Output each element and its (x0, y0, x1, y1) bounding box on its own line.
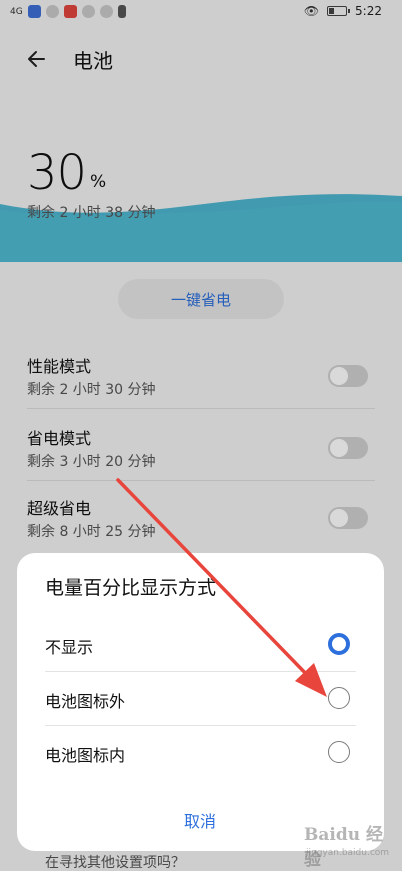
option-label: 电池图标内 (45, 746, 126, 765)
baidu-jingyan-watermark: Baidu 经验 jingyan.baidu.com (304, 820, 394, 870)
watermark-url: jingyan.baidu.com (306, 848, 390, 858)
option-inside-icon[interactable]: 电池图标内 (17, 726, 384, 780)
cancel-button[interactable]: 取消 (150, 803, 250, 837)
radio-button[interactable] (328, 741, 350, 763)
radio-button[interactable] (328, 687, 350, 709)
option-label: 电池图标外 (45, 692, 126, 711)
percentage-display-dialog: 电量百分比显示方式 不显示 电池图标外 电池图标内 取消 (17, 553, 384, 851)
radio-button-selected[interactable] (328, 633, 350, 655)
option-outside-icon[interactable]: 电池图标外 (17, 672, 384, 726)
option-hide[interactable]: 不显示 (17, 618, 384, 672)
battery-settings-page: 4G 👁 5:22 电池 30 % 剩余 2 小时 38 分钟 一键省电 性能模… (0, 0, 402, 871)
option-label: 不显示 (45, 638, 94, 657)
watermark-brand: Baidu 经验 (304, 825, 384, 870)
dialog-title: 电量百分比显示方式 (45, 577, 217, 599)
